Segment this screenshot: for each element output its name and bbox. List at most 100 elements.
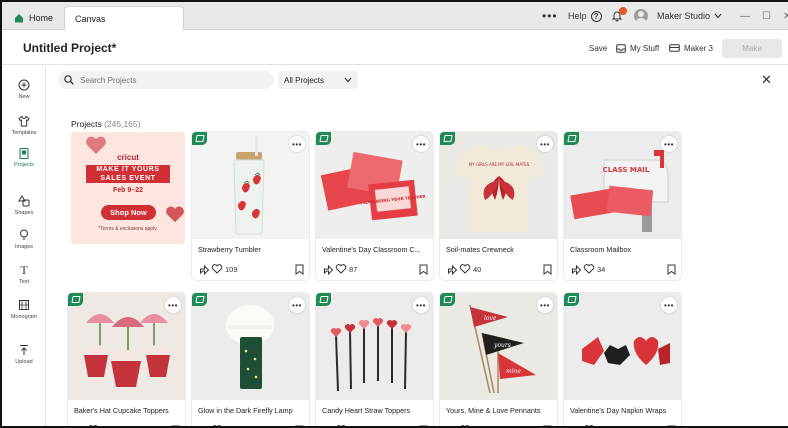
account-label: Maker Studio (657, 11, 711, 21)
more-options-button[interactable]: ••• (537, 136, 553, 152)
bookmark-icon[interactable] (543, 264, 552, 275)
app-window: Home Canvas ••• Help ? Maker Studio — ☐ … (0, 0, 788, 428)
share-icon[interactable] (74, 425, 86, 428)
card-actions: 18 (74, 424, 180, 428)
sidebar-item-label: Monogram (10, 314, 38, 320)
bookmark-icon[interactable] (667, 425, 676, 428)
like-count: 109 (225, 264, 238, 274)
more-options-button[interactable]: ••• (537, 297, 553, 313)
project-card[interactable]: CLASS MAIL ••• Classroom Mailbox 34 (564, 132, 681, 280)
my-stuff-label: My Stuff (630, 43, 660, 53)
card-title: Valentine's Day Classroom C... (322, 245, 421, 254)
sidebar-item-projects[interactable]: Projects (2, 146, 46, 168)
account-menu[interactable]: Maker Studio (657, 2, 722, 30)
project-card[interactable]: ••• Baker's Hat Cupcake Toppers 18 (68, 293, 185, 428)
heart-icon[interactable] (459, 264, 471, 274)
brand-logo: cricut (117, 153, 139, 162)
project-card[interactable]: love yours mine ••• Yours, Mine & Love P… (440, 293, 557, 428)
make-button[interactable]: Make (722, 39, 782, 58)
canvas-tab[interactable]: Canvas (64, 6, 184, 30)
more-options-button[interactable]: ••• (661, 297, 677, 313)
more-options-button[interactable]: ••• (413, 297, 429, 313)
more-options-button[interactable]: ••• (661, 136, 677, 152)
upload-icon (17, 343, 31, 357)
project-thumbnail: ••• (316, 293, 433, 400)
heart-icon[interactable] (211, 264, 223, 274)
card-title: Glow in the Dark Firefly Lamp (198, 406, 293, 415)
machine-icon (669, 44, 680, 52)
project-thumbnail: ••• (192, 132, 309, 239)
close-panel-button[interactable]: ✕ (761, 72, 772, 88)
sidebar-item-text[interactable]: T Text (2, 263, 46, 286)
save-button[interactable]: Save (589, 31, 607, 65)
project-card[interactable]: ••• Glow in the Dark Firefly Lamp 45 (192, 293, 309, 428)
project-filter-select[interactable]: All Projects (278, 71, 358, 89)
card-actions: 365 (570, 424, 676, 428)
bookmark-icon[interactable] (419, 264, 428, 275)
project-card[interactable]: I LOVE BEING YOUR TEACHER ••• Valentine'… (316, 132, 433, 280)
maximize-button[interactable]: ☐ (762, 2, 771, 30)
share-icon[interactable] (198, 264, 210, 275)
more-options-button[interactable]: ••• (289, 136, 305, 152)
close-window-button[interactable]: ✕ (783, 2, 788, 30)
share-icon[interactable] (322, 264, 334, 275)
machine-button[interactable]: Maker 3 (669, 31, 713, 65)
editable-tag-icon (192, 293, 207, 306)
bookmark-icon[interactable] (295, 425, 304, 428)
more-options-button[interactable]: ••• (289, 297, 305, 313)
more-options-button[interactable]: ••• (413, 136, 429, 152)
bookmark-icon[interactable] (419, 425, 428, 428)
shop-now-button[interactable]: Shop Now (101, 205, 156, 220)
sidebar-item-label: Text (18, 279, 30, 285)
help-button[interactable]: Help ? (568, 2, 602, 30)
my-stuff-button[interactable]: My Stuff (616, 31, 659, 65)
sidebar-item-new[interactable]: New (2, 78, 46, 100)
editable-tag-icon (564, 132, 579, 145)
promo-fine-print: *Terms & exclusions apply. (98, 226, 158, 232)
monogram-icon (17, 298, 31, 312)
home-tab[interactable]: Home (8, 6, 63, 30)
share-icon[interactable] (198, 425, 210, 428)
page-title: Untitled Project* (23, 41, 117, 55)
heart-icon[interactable] (583, 264, 595, 274)
sidebar-item-templates[interactable]: Templates (2, 114, 46, 136)
more-options-button[interactable]: ••• (165, 297, 181, 313)
more-options-icon[interactable]: ••• (542, 2, 558, 30)
home-tab-label: Home (29, 13, 54, 23)
promo-banner[interactable]: cricut MAKE IT YOURS SALES EVENT Feb 9–2… (71, 132, 185, 244)
editable-tag-icon (564, 293, 579, 306)
avatar[interactable] (634, 9, 648, 23)
bookmark-icon[interactable] (543, 425, 552, 428)
bookmark-icon[interactable] (295, 264, 304, 275)
minimize-button[interactable]: — (740, 2, 750, 30)
shirt-icon (17, 114, 31, 128)
chevron-down-icon (714, 13, 722, 19)
sidebar-item-images[interactable]: Images (2, 228, 46, 250)
share-icon[interactable] (322, 425, 334, 428)
promo-headline: MAKE IT YOURS (86, 165, 170, 174)
card-actions: 45 (198, 424, 304, 428)
help-label: Help (568, 11, 587, 21)
card-title: Baker's Hat Cupcake Toppers (74, 406, 169, 415)
heart-icon[interactable] (335, 264, 347, 274)
project-card[interactable]: MY GIRLS ARE MY SOIL-MATES ••• Soil-mate… (440, 132, 557, 280)
inbox-icon (616, 43, 626, 53)
project-card[interactable]: ••• Valentine's Day Napkin Wraps 365 (564, 293, 681, 428)
left-sidebar: New Templates Projects Shapes Images T T… (2, 66, 46, 426)
bookmark-icon[interactable] (171, 425, 180, 428)
share-icon[interactable] (446, 425, 458, 428)
editable-tag-icon (192, 132, 207, 145)
crewneck-text: MY GIRLS ARE MY SOIL-MATES (469, 162, 530, 167)
sidebar-item-monogram[interactable]: Monogram (2, 298, 46, 320)
project-card[interactable]: ••• Candy Heart Straw Toppers 280 (316, 293, 433, 428)
sidebar-item-label: New (18, 94, 30, 100)
sidebar-item-shapes[interactable]: Shapes (2, 194, 46, 216)
sidebar-item-upload[interactable]: Upload (2, 343, 46, 365)
share-icon[interactable] (446, 264, 458, 275)
pennant-text-1: love (484, 315, 497, 322)
search-input[interactable] (80, 75, 260, 85)
share-icon[interactable] (570, 425, 582, 428)
project-card[interactable]: ••• Strawberry Tumbler 109 (192, 132, 309, 280)
share-icon[interactable] (570, 264, 582, 275)
bookmark-icon[interactable] (667, 264, 676, 275)
